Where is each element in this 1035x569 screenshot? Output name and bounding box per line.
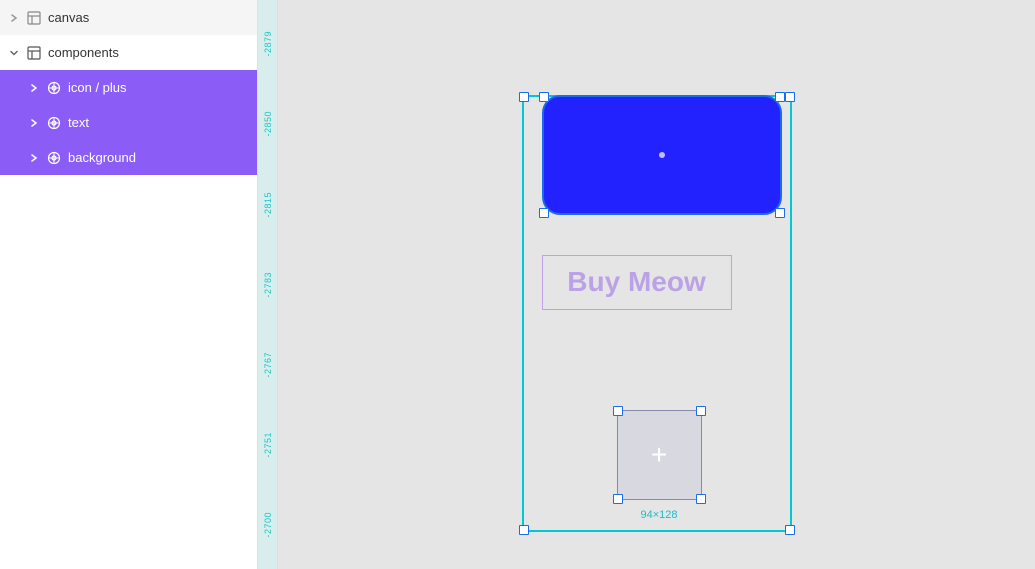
text-label: text [68, 115, 249, 130]
ruler-label-0: -2879 [263, 31, 273, 57]
design-frame: Buy Meow + 94×128 [522, 95, 792, 475]
ruler-label-5: -2751 [263, 432, 273, 458]
component-icon-background [46, 150, 62, 166]
tree-item-icon-plus[interactable]: icon / plus [0, 70, 257, 105]
components-label: components [48, 45, 249, 60]
plus-icon: + [651, 441, 667, 469]
ruler-label-4: -2767 [263, 352, 273, 378]
component-icon-text [46, 115, 62, 131]
chevron-right-text [28, 117, 40, 129]
center-dot [659, 152, 665, 158]
tree-item-text[interactable]: text [0, 105, 257, 140]
ruler-label-2: -2815 [263, 192, 273, 218]
ruler-strip: -2879 -2850 -2815 -2783 -2767 -2751 -270… [258, 0, 278, 569]
buy-meow-text: Buy Meow [567, 266, 705, 298]
left-panel: canvas components icon / pl [0, 0, 258, 569]
background-label: background [68, 150, 249, 165]
chevron-down-icon [8, 47, 20, 59]
ruler-label-1: -2850 [263, 111, 273, 137]
tree-item-components[interactable]: components [0, 35, 257, 70]
ruler-label-3: -2783 [263, 272, 273, 298]
components-layout-icon [26, 45, 42, 61]
buy-meow-box[interactable]: Buy Meow [542, 255, 732, 310]
icon-plus-label: icon / plus [68, 80, 249, 95]
handle-bottom-left[interactable] [519, 525, 529, 535]
chevron-right-background [28, 152, 40, 164]
ruler-label-6: -2700 [263, 512, 273, 538]
chevron-right-icon [8, 12, 20, 24]
canvas-label: canvas [48, 10, 249, 25]
tree-item-canvas[interactable]: canvas [0, 0, 257, 35]
blue-rectangle[interactable] [542, 95, 782, 215]
chevron-right-icon-plus [28, 82, 40, 94]
plus-icon-box[interactable]: + 94×128 [617, 410, 702, 500]
dimension-label: 94×128 [640, 509, 677, 521]
canvas-layout-icon [26, 10, 42, 26]
handle-top-right[interactable] [785, 92, 795, 102]
component-icon-plus [46, 80, 62, 96]
canvas-area[interactable]: Buy Meow + 94×128 [278, 0, 1035, 569]
handle-top-left[interactable] [519, 92, 529, 102]
handle-bottom-right[interactable] [785, 525, 795, 535]
tree-item-background[interactable]: background [0, 140, 257, 175]
